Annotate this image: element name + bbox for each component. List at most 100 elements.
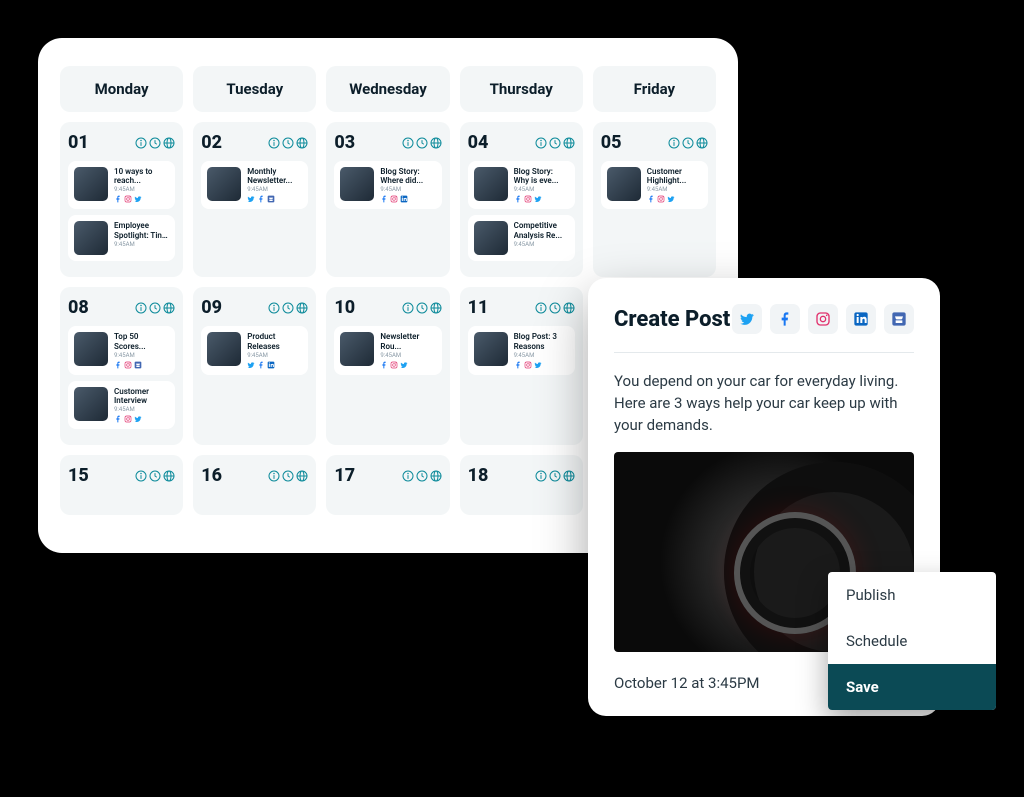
content-card[interactable]: Top 50 Scores... 9:45AM bbox=[68, 326, 175, 374]
twitter-icon bbox=[667, 195, 675, 203]
card-thumbnail bbox=[607, 167, 641, 201]
calendar-day-cell[interactable]: 09 Product Releases 9:45AM bbox=[193, 287, 316, 445]
day-header: Tuesday bbox=[193, 66, 316, 112]
linkedin-icon bbox=[400, 195, 408, 203]
instagram-icon bbox=[390, 361, 398, 369]
content-card[interactable]: Product Releases 9:45AM bbox=[201, 326, 308, 374]
content-card[interactable]: Newsletter Rou... 9:45AM bbox=[334, 326, 441, 374]
calendar-day-cell[interactable]: 05 Customer Highlight... 9:45AM bbox=[593, 122, 716, 277]
day-number: 09 bbox=[201, 297, 222, 318]
card-title: Blog Story: Why is eve... bbox=[514, 167, 569, 185]
network-twitter-button[interactable] bbox=[732, 304, 762, 334]
globe-icon bbox=[296, 137, 308, 149]
day-status-icons bbox=[535, 302, 575, 314]
card-title: Blog Post: 3 Reasons bbox=[514, 332, 569, 350]
day-number: 11 bbox=[468, 297, 489, 318]
calendar-day-cell[interactable]: 16 bbox=[193, 455, 316, 515]
linkedin-icon bbox=[267, 361, 275, 369]
gbp-icon bbox=[267, 195, 275, 203]
day-number: 08 bbox=[68, 297, 89, 318]
content-card[interactable]: Employee Spotlight: Tina Marie. 9:45AM bbox=[68, 215, 175, 261]
globe-icon bbox=[296, 302, 308, 314]
card-title: Monthly Newsletter... bbox=[247, 167, 302, 185]
clock-icon bbox=[682, 137, 694, 149]
card-thumbnail bbox=[474, 332, 508, 366]
twitter-icon bbox=[534, 195, 542, 203]
facebook-icon bbox=[647, 195, 655, 203]
day-status-icons bbox=[402, 302, 442, 314]
globe-icon bbox=[163, 302, 175, 314]
content-card[interactable]: Customer Highlight... 9:45AM bbox=[601, 161, 708, 209]
network-instagram-button[interactable] bbox=[808, 304, 838, 334]
clock-icon bbox=[416, 302, 428, 314]
card-thumbnail bbox=[340, 332, 374, 366]
facebook-icon bbox=[380, 361, 388, 369]
instagram-icon bbox=[524, 361, 532, 369]
calendar-day-cell[interactable]: 03 Blog Story: Where did... 9:45AM bbox=[326, 122, 449, 277]
card-socials bbox=[514, 361, 569, 369]
day-header: Wednesday bbox=[326, 66, 449, 112]
calendar-day-cell[interactable]: 08 Top 50 Scores... 9:45AM Customer Inte… bbox=[60, 287, 183, 445]
facebook-icon bbox=[114, 415, 122, 423]
calendar-day-cell[interactable]: 04 Blog Story: Why is eve... 9:45AM Comp… bbox=[460, 122, 583, 277]
facebook-icon bbox=[514, 195, 522, 203]
day-status-icons bbox=[135, 302, 175, 314]
card-title: Blog Story: Where did... bbox=[380, 167, 435, 185]
globe-icon bbox=[430, 302, 442, 314]
info-icon bbox=[135, 302, 147, 314]
menu-item-schedule[interactable]: Schedule bbox=[828, 618, 996, 664]
calendar-day-cell[interactable]: 18 bbox=[460, 455, 583, 515]
content-card[interactable]: Blog Story: Why is eve... 9:45AM bbox=[468, 161, 575, 209]
card-thumbnail bbox=[74, 221, 108, 255]
card-title: Product Releases bbox=[247, 332, 302, 350]
day-status-icons bbox=[268, 302, 308, 314]
facebook-icon bbox=[114, 361, 122, 369]
twitter-icon bbox=[134, 195, 142, 203]
card-time: 9:45AM bbox=[514, 241, 569, 248]
info-icon bbox=[535, 302, 547, 314]
clock-icon bbox=[282, 302, 294, 314]
calendar-day-cell[interactable]: 10 Newsletter Rou... 9:45AM bbox=[326, 287, 449, 445]
day-number: 10 bbox=[334, 297, 355, 318]
day-number: 04 bbox=[468, 132, 489, 153]
globe-icon bbox=[563, 470, 575, 482]
calendar-day-cell[interactable]: 02 Monthly Newsletter... 9:45AM bbox=[193, 122, 316, 277]
menu-item-publish[interactable]: Publish bbox=[828, 572, 996, 618]
card-title: Top 50 Scores... bbox=[114, 332, 169, 350]
card-socials bbox=[114, 361, 169, 369]
content-card[interactable]: Monthly Newsletter... 9:45AM bbox=[201, 161, 308, 209]
card-time: 9:45AM bbox=[514, 352, 569, 359]
post-body-text[interactable]: You depend on your car for everyday livi… bbox=[588, 371, 940, 452]
info-icon bbox=[402, 137, 414, 149]
menu-item-save[interactable]: Save bbox=[828, 664, 996, 710]
globe-icon bbox=[163, 137, 175, 149]
content-card[interactable]: Blog Post: 3 Reasons 9:45AM bbox=[468, 326, 575, 374]
day-number: 15 bbox=[68, 465, 89, 486]
calendar-day-cell[interactable]: 17 bbox=[326, 455, 449, 515]
day-status-icons bbox=[535, 137, 575, 149]
calendar-day-cell[interactable]: 01 10 ways to reach... 9:45AM Employee S… bbox=[60, 122, 183, 277]
content-card[interactable]: 10 ways to reach... 9:45AM bbox=[68, 161, 175, 209]
card-title: 10 ways to reach... bbox=[114, 167, 169, 185]
info-icon bbox=[535, 137, 547, 149]
info-icon bbox=[402, 302, 414, 314]
card-thumbnail bbox=[474, 167, 508, 201]
calendar-day-cell[interactable]: 15 bbox=[60, 455, 183, 515]
network-linkedin-button[interactable] bbox=[846, 304, 876, 334]
card-title: Competitive Analysis Re... bbox=[514, 221, 569, 239]
network-gbp-button[interactable] bbox=[884, 304, 914, 334]
network-facebook-button[interactable] bbox=[770, 304, 800, 334]
calendar-day-cell[interactable]: 11 Blog Post: 3 Reasons 9:45AM bbox=[460, 287, 583, 445]
card-title: Customer Interview bbox=[114, 387, 169, 405]
content-card[interactable]: Blog Story: Where did... 9:45AM bbox=[334, 161, 441, 209]
day-number: 01 bbox=[68, 132, 89, 153]
card-thumbnail bbox=[74, 332, 108, 366]
card-time: 9:45AM bbox=[247, 352, 302, 359]
card-title: Employee Spotlight: Tina Marie. bbox=[114, 221, 169, 239]
info-icon bbox=[402, 470, 414, 482]
content-card[interactable]: Customer Interview 9:45AM bbox=[68, 381, 175, 429]
card-socials bbox=[247, 195, 302, 203]
card-time: 9:45AM bbox=[380, 352, 435, 359]
day-status-icons bbox=[268, 470, 308, 482]
content-card[interactable]: Competitive Analysis Re... 9:45AM bbox=[468, 215, 575, 261]
